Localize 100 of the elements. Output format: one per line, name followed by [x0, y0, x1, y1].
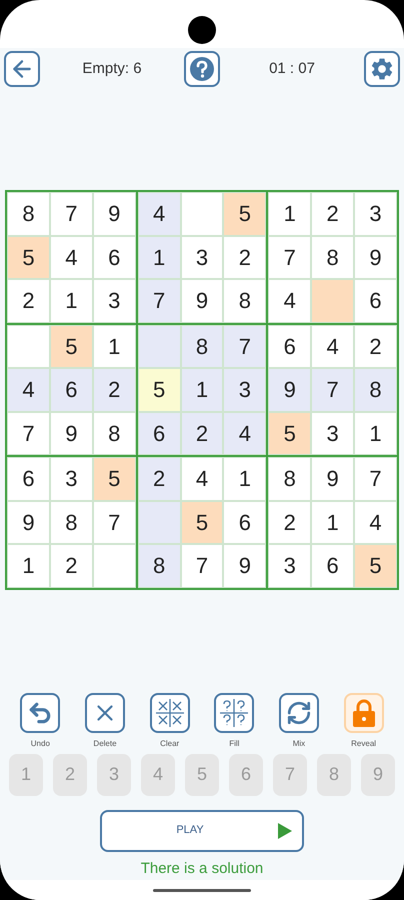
sudoku-cell[interactable]: 9 [311, 457, 354, 500]
play-icon [278, 822, 292, 838]
delete-button[interactable] [84, 692, 125, 732]
sudoku-cell[interactable] [138, 500, 181, 544]
sudoku-cell[interactable]: 3 [92, 279, 136, 322]
help-button[interactable] [184, 51, 220, 87]
sudoku-cell[interactable]: 2 [180, 412, 224, 455]
sudoku-cell[interactable]: 7 [223, 324, 266, 368]
sudoku-cell[interactable]: 2 [138, 457, 181, 500]
sudoku-cell[interactable]: 2 [7, 279, 50, 322]
mix-button[interactable] [278, 692, 319, 732]
sudoku-cell[interactable]: 1 [138, 236, 181, 279]
sudoku-cell[interactable]: 2 [311, 192, 354, 236]
sudoku-cell[interactable]: 8 [50, 500, 93, 544]
sudoku-cell[interactable]: 9 [180, 279, 224, 322]
sudoku-cell[interactable]: 8 [311, 236, 354, 279]
sudoku-cell[interactable]: 7 [138, 279, 181, 322]
clear-button[interactable] [150, 692, 190, 732]
sudoku-cell[interactable]: 4 [223, 412, 266, 455]
tool-label: Reveal [351, 738, 376, 750]
sudoku-cell[interactable]: 7 [7, 412, 50, 455]
sudoku-cell[interactable]: 5 [50, 324, 93, 368]
fill-button[interactable] [214, 692, 254, 732]
sudoku-cell[interactable]: 6 [268, 324, 312, 368]
sudoku-cell[interactable]: 6 [92, 236, 136, 279]
sudoku-cell[interactable]: 4 [268, 279, 312, 322]
sudoku-cell[interactable]: 7 [92, 500, 136, 544]
sudoku-cell[interactable]: 9 [7, 500, 50, 544]
sudoku-cell[interactable]: 8 [354, 368, 397, 412]
sudoku-cell[interactable]: 5 [354, 544, 397, 588]
sudoku-cell[interactable]: 9 [268, 368, 312, 412]
sudoku-cell[interactable]: 8 [180, 324, 224, 368]
sudoku-cell[interactable]: 1 [180, 368, 224, 412]
sudoku-cell[interactable] [138, 324, 181, 368]
sudoku-cell[interactable]: 2 [223, 236, 266, 279]
sudoku-cell[interactable]: 8 [138, 544, 181, 588]
sudoku-cell[interactable]: 6 [7, 457, 50, 500]
sudoku-cell[interactable]: 5 [7, 236, 50, 279]
settings-button[interactable] [364, 51, 400, 87]
help-icon [189, 56, 215, 82]
play-button[interactable]: PLAY [100, 810, 304, 852]
sudoku-cell[interactable]: 7 [50, 192, 93, 236]
sudoku-cell[interactable]: 1 [92, 324, 136, 368]
refresh-icon [286, 700, 312, 726]
sudoku-cell[interactable]: 3 [268, 544, 312, 588]
sudoku-cell[interactable]: 3 [311, 412, 354, 455]
sudoku-cell[interactable]: 4 [354, 500, 397, 544]
sudoku-cell[interactable]: 9 [50, 412, 93, 455]
padlock-icon [352, 698, 376, 726]
sudoku-cell[interactable]: 1 [7, 544, 50, 588]
sudoku-cell[interactable]: 3 [180, 236, 224, 279]
undo-button[interactable] [20, 692, 60, 732]
sudoku-cell[interactable]: 1 [223, 457, 266, 500]
sudoku-cell[interactable]: 2 [92, 368, 136, 412]
sudoku-cell[interactable]: 4 [50, 236, 93, 279]
sudoku-cell[interactable]: 4 [180, 457, 224, 500]
sudoku-cell[interactable]: 6 [354, 279, 397, 322]
sudoku-cell[interactable]: 6 [223, 500, 266, 544]
sudoku-cell[interactable]: 4 [138, 192, 181, 236]
sudoku-cell[interactable] [311, 279, 354, 322]
sudoku-cell[interactable]: 3 [50, 457, 93, 500]
sudoku-cell[interactable]: 6 [311, 544, 354, 588]
sudoku-cell[interactable]: 5 [92, 457, 136, 500]
sudoku-cell[interactable]: 5 [138, 368, 181, 412]
sudoku-cell[interactable]: 7 [180, 544, 224, 588]
back-button[interactable] [4, 51, 40, 87]
sudoku-cell[interactable]: 2 [268, 500, 312, 544]
sudoku-cell[interactable]: 7 [311, 368, 354, 412]
sudoku-cell[interactable]: 2 [50, 544, 93, 588]
sudoku-cell[interactable]: 7 [268, 236, 312, 279]
sudoku-cell[interactable]: 4 [311, 324, 354, 368]
sudoku-cell[interactable]: 9 [92, 192, 136, 236]
sudoku-cell[interactable]: 8 [92, 412, 136, 455]
sudoku-cell[interactable] [92, 544, 136, 588]
sudoku-cell[interactable]: 5 [180, 500, 224, 544]
tool-label: Fill [229, 738, 240, 750]
sudoku-cell[interactable]: 4 [7, 368, 50, 412]
sudoku-cell[interactable]: 5 [268, 412, 312, 455]
tool-label: Clear [160, 738, 180, 750]
sudoku-cell[interactable]: 6 [138, 412, 181, 455]
reveal-button[interactable] [344, 692, 384, 732]
sudoku-cell[interactable]: 1 [50, 279, 93, 322]
sudoku-cell[interactable]: 1 [311, 500, 354, 544]
sudoku-cell[interactable]: 6 [50, 368, 93, 412]
sudoku-cell[interactable]: 9 [223, 544, 266, 588]
settings-icon [369, 56, 395, 82]
sudoku-cell[interactable] [180, 192, 224, 236]
sudoku-cell[interactable]: 2 [354, 324, 397, 368]
sudoku-cell[interactable]: 7 [354, 457, 397, 500]
sudoku-cell[interactable]: 1 [268, 192, 312, 236]
sudoku-cell[interactable]: 3 [354, 192, 397, 236]
sudoku-cell[interactable] [7, 324, 50, 368]
sudoku-cell[interactable]: 5 [223, 192, 266, 236]
sudoku-cell[interactable]: 3 [223, 368, 266, 412]
sudoku-cell[interactable]: 1 [354, 412, 397, 455]
sudoku-cell[interactable]: 8 [7, 192, 50, 236]
tool-label: Delete [93, 738, 117, 750]
sudoku-cell[interactable]: 9 [354, 236, 397, 279]
sudoku-cell[interactable]: 8 [268, 457, 312, 500]
sudoku-cell[interactable]: 8 [223, 279, 266, 322]
